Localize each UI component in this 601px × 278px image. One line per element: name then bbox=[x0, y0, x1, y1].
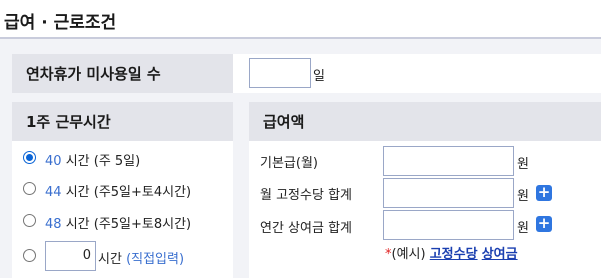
leave-section-header: 연차휴가 미사용일 수 bbox=[12, 54, 233, 93]
hours-48-radio[interactable] bbox=[23, 214, 36, 227]
bonus-example-link[interactable]: 상여금 bbox=[482, 247, 518, 262]
base-salary-label: 기본급(월) bbox=[260, 156, 318, 171]
hours-48-option[interactable]: 48 시간 (주5일+토8시간) bbox=[45, 213, 191, 232]
example-note: *(예시) 고정수당 상여금 bbox=[385, 243, 518, 262]
pay-section-header: 급여액 bbox=[249, 102, 601, 141]
weekly-hours-header: 1주 근무시간 bbox=[12, 102, 233, 141]
hours-48-desc: (주5일+토8시간) bbox=[93, 217, 192, 232]
unused-leave-days-input[interactable] bbox=[249, 58, 311, 88]
hours-44-radio[interactable] bbox=[23, 182, 36, 195]
fixed-allowance-input[interactable] bbox=[383, 178, 514, 208]
custom-hours-label: 시간 (직접입력) bbox=[98, 248, 184, 267]
base-salary-input[interactable] bbox=[383, 146, 514, 176]
annual-bonus-input[interactable] bbox=[383, 210, 514, 240]
custom-hours-desc: (직접입력) bbox=[126, 252, 185, 267]
add-annual-bonus-button[interactable]: + bbox=[536, 216, 552, 232]
fixed-allowance-unit: 원 bbox=[517, 189, 529, 204]
fixed-allowance-label: 월 고정수당 합계 bbox=[260, 188, 352, 203]
leave-unit: 일 bbox=[313, 69, 325, 84]
hours-44-desc: (주5일+토4시간) bbox=[93, 185, 192, 200]
hours-48-number: 48 bbox=[45, 217, 62, 232]
add-fixed-allowance-button[interactable]: + bbox=[536, 185, 552, 201]
hours-40-unit: 시간 bbox=[65, 154, 90, 169]
hours-48-unit: 시간 bbox=[65, 217, 90, 232]
hours-40-desc: (주 5일) bbox=[93, 154, 141, 169]
hours-custom-radio[interactable] bbox=[23, 249, 36, 262]
hours-40-radio[interactable] bbox=[23, 151, 36, 164]
annual-bonus-label: 연간 상여금 합계 bbox=[260, 221, 352, 236]
example-prefix: (예시) bbox=[391, 247, 426, 262]
custom-hours-input[interactable]: 0 bbox=[45, 241, 96, 271]
hours-40-number: 40 bbox=[45, 154, 62, 169]
base-salary-unit: 원 bbox=[517, 157, 529, 172]
hours-40-option[interactable]: 40 시간 (주 5일) bbox=[45, 150, 140, 169]
page-title: 급여 · 근로조건 bbox=[4, 13, 117, 33]
hours-44-option[interactable]: 44 시간 (주5일+토4시간) bbox=[45, 181, 191, 200]
custom-hours-unit: 시간 bbox=[98, 252, 122, 267]
annual-bonus-unit: 원 bbox=[517, 221, 529, 236]
fixed-allowance-example-link[interactable]: 고정수당 bbox=[430, 247, 478, 262]
hours-44-number: 44 bbox=[45, 185, 62, 200]
hours-44-unit: 시간 bbox=[65, 185, 90, 200]
